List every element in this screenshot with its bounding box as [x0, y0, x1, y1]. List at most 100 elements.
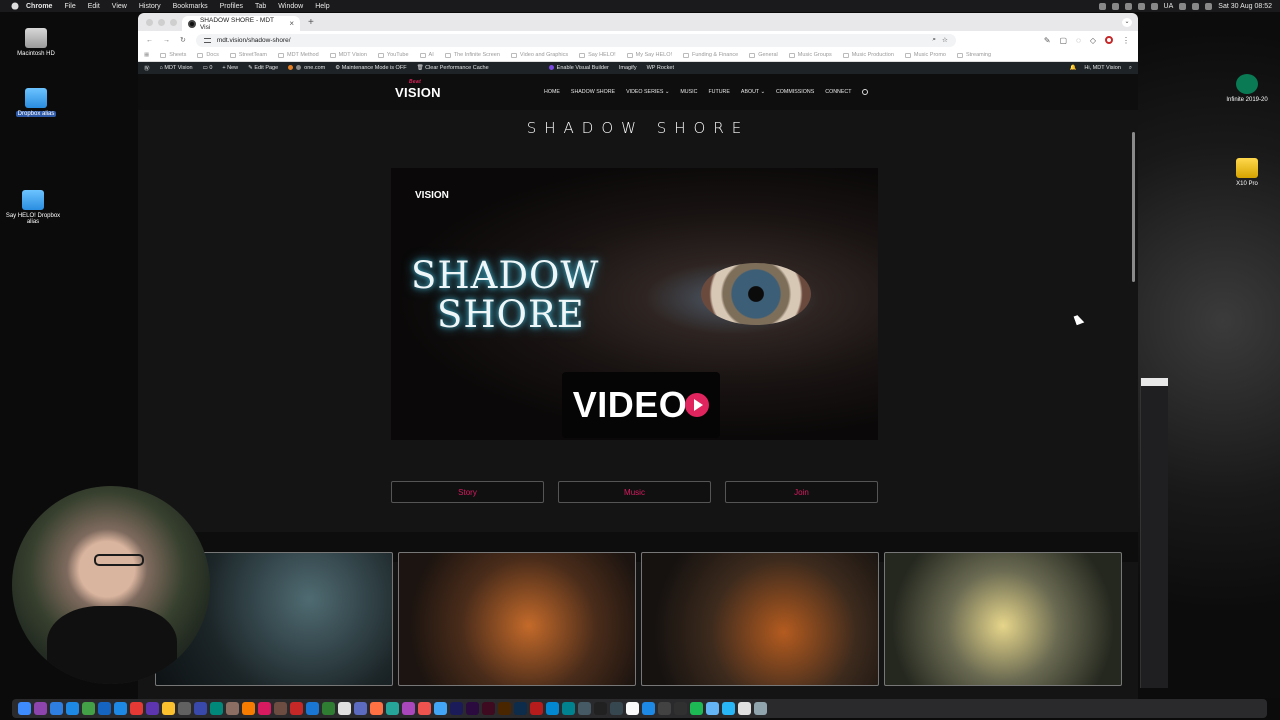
- app-icon[interactable]: [194, 702, 207, 715]
- status-icon[interactable]: [1124, 2, 1132, 10]
- wp-new[interactable]: + New: [222, 65, 238, 71]
- bookmark-item[interactable]: StreetTeam: [229, 52, 267, 58]
- address-bar[interactable]: mdt.vision/shadow-shore/ ⌕ ☆: [195, 33, 956, 47]
- menu-window[interactable]: Window: [278, 3, 303, 10]
- acrobat-icon[interactable]: [530, 702, 543, 715]
- indesign-icon[interactable]: [482, 702, 495, 715]
- nav-connect[interactable]: CONNECT: [825, 89, 851, 95]
- music-button[interactable]: Music: [558, 481, 711, 503]
- gallery-thumbnail[interactable]: [398, 552, 636, 686]
- app-icon[interactable]: [354, 702, 367, 715]
- app-icon[interactable]: [578, 702, 591, 715]
- apps-grid-icon[interactable]: ▦: [144, 52, 149, 58]
- bookmark-item[interactable]: The Infinite Screen: [444, 52, 500, 58]
- menu-view[interactable]: View: [112, 3, 127, 10]
- desktop-icon-x10-pro[interactable]: X10 Pro: [1217, 158, 1277, 187]
- premiere-icon[interactable]: [466, 702, 479, 715]
- app-icon[interactable]: [322, 702, 335, 715]
- app-icon[interactable]: [162, 702, 175, 715]
- close-window-button[interactable]: [146, 19, 153, 26]
- messages-icon[interactable]: [82, 702, 95, 715]
- wp-clear-cache[interactable]: 🗑 Clear Performance Cache: [417, 65, 489, 71]
- site-logo[interactable]: Beat VISION: [395, 79, 443, 100]
- app-icon[interactable]: [658, 702, 671, 715]
- app-icon[interactable]: [114, 702, 127, 715]
- app-icon[interactable]: [402, 702, 415, 715]
- trash-icon[interactable]: [754, 702, 767, 715]
- new-tab-button[interactable]: +: [308, 17, 314, 28]
- menu-app-name[interactable]: Chrome: [26, 3, 52, 10]
- wp-greeting[interactable]: Hi, MDT Vision: [1084, 65, 1120, 71]
- wp-rocket[interactable]: WP Rocket: [647, 65, 674, 71]
- illustrator-icon[interactable]: [498, 702, 511, 715]
- nav-about[interactable]: ABOUT ⌄: [741, 89, 765, 95]
- scrollbar-thumb[interactable]: [1132, 132, 1135, 282]
- app-icon[interactable]: [34, 702, 47, 715]
- app-icon[interactable]: [610, 702, 623, 715]
- bookmark-item[interactable]: Sheets: [160, 52, 186, 58]
- bookmark-item[interactable]: MDT Vision: [329, 52, 367, 58]
- wordpress-logo-icon[interactable]: Ⓦ: [144, 64, 150, 72]
- gallery-thumbnail[interactable]: [641, 552, 879, 686]
- wp-site-link[interactable]: ⌂ MDT Vision: [160, 65, 193, 71]
- app-icon[interactable]: [210, 702, 223, 715]
- app-icon[interactable]: [562, 702, 575, 715]
- menu-history[interactable]: History: [139, 3, 161, 10]
- app-icon[interactable]: [338, 702, 351, 715]
- menu-tab[interactable]: Tab: [255, 3, 266, 10]
- app-icon[interactable]: [130, 702, 143, 715]
- story-button[interactable]: Story: [391, 481, 544, 503]
- tab-search-chevron-icon[interactable]: ⌄: [1122, 18, 1132, 27]
- extension-icon[interactable]: ◇: [1090, 36, 1096, 45]
- record-icon[interactable]: [1105, 36, 1113, 44]
- wp-onecom[interactable]: one.com: [288, 65, 325, 71]
- finder-icon[interactable]: [18, 702, 31, 715]
- input-language[interactable]: UA: [1164, 3, 1174, 10]
- spotify-icon[interactable]: [690, 702, 703, 715]
- app-icon[interactable]: [178, 702, 191, 715]
- bookmark-star-icon[interactable]: ☆: [942, 36, 948, 44]
- app-icon[interactable]: [50, 702, 63, 715]
- bookmark-item[interactable]: My Say HELO!: [626, 52, 672, 58]
- bookmark-item[interactable]: YouTube: [377, 52, 409, 58]
- bookmark-item[interactable]: Music Production: [842, 52, 894, 58]
- app-icon[interactable]: [434, 702, 447, 715]
- wp-imagify[interactable]: Imagify: [619, 65, 637, 71]
- video-badge[interactable]: VIDEO: [562, 372, 720, 438]
- url-text[interactable]: mdt.vision/shadow-shore/: [217, 37, 291, 44]
- after-effects-icon[interactable]: [450, 702, 463, 715]
- menu-bookmarks[interactable]: Bookmarks: [173, 3, 208, 10]
- bookmark-item[interactable]: Music Promo: [904, 52, 946, 58]
- app-icon[interactable]: [626, 702, 639, 715]
- app-icon[interactable]: [370, 702, 383, 715]
- nav-shadow-shore[interactable]: SHADOW SHORE: [571, 89, 615, 95]
- nav-video-series[interactable]: VIDEO SERIES ⌄: [626, 89, 669, 95]
- wp-edit-page[interactable]: ✎ Edit Page: [248, 65, 278, 71]
- desktop-icon-dropbox-alias[interactable]: Dropbox alias: [6, 88, 66, 117]
- app-icon[interactable]: [594, 702, 607, 715]
- bookmark-item[interactable]: Streaming: [956, 52, 991, 58]
- app-icon[interactable]: [226, 702, 239, 715]
- menu-file[interactable]: File: [64, 3, 75, 10]
- bookmark-item[interactable]: Funding & Finance: [683, 52, 738, 58]
- menu-dots-icon[interactable]: ⋮: [1122, 36, 1130, 45]
- app-icon[interactable]: [642, 702, 655, 715]
- bell-icon[interactable]: 🔔: [1070, 65, 1077, 71]
- search-icon[interactable]: ⌕: [1129, 65, 1132, 72]
- app-icon[interactable]: [98, 702, 111, 715]
- tab-close-icon[interactable]: ×: [289, 19, 294, 28]
- wp-comments[interactable]: ▭ 0: [203, 65, 213, 71]
- wifi-icon[interactable]: [1179, 2, 1187, 10]
- app-icon[interactable]: [66, 702, 79, 715]
- gallery-thumbnail[interactable]: [884, 552, 1122, 686]
- app-icon[interactable]: [546, 702, 559, 715]
- zoom-icon[interactable]: ⌕: [932, 36, 936, 44]
- bookmark-item[interactable]: Docs: [197, 52, 219, 58]
- nav-future[interactable]: FUTURE: [708, 89, 729, 95]
- app-icon[interactable]: [418, 702, 431, 715]
- desktop-icon-say-helo-dropbox[interactable]: Say HELO! Dropbox alias: [3, 190, 63, 225]
- wp-visual-builder[interactable]: Enable Visual Builder: [548, 65, 609, 71]
- status-icon[interactable]: [1111, 2, 1119, 10]
- app-icon[interactable]: [242, 702, 255, 715]
- apple-menu-icon[interactable]: [11, 2, 19, 10]
